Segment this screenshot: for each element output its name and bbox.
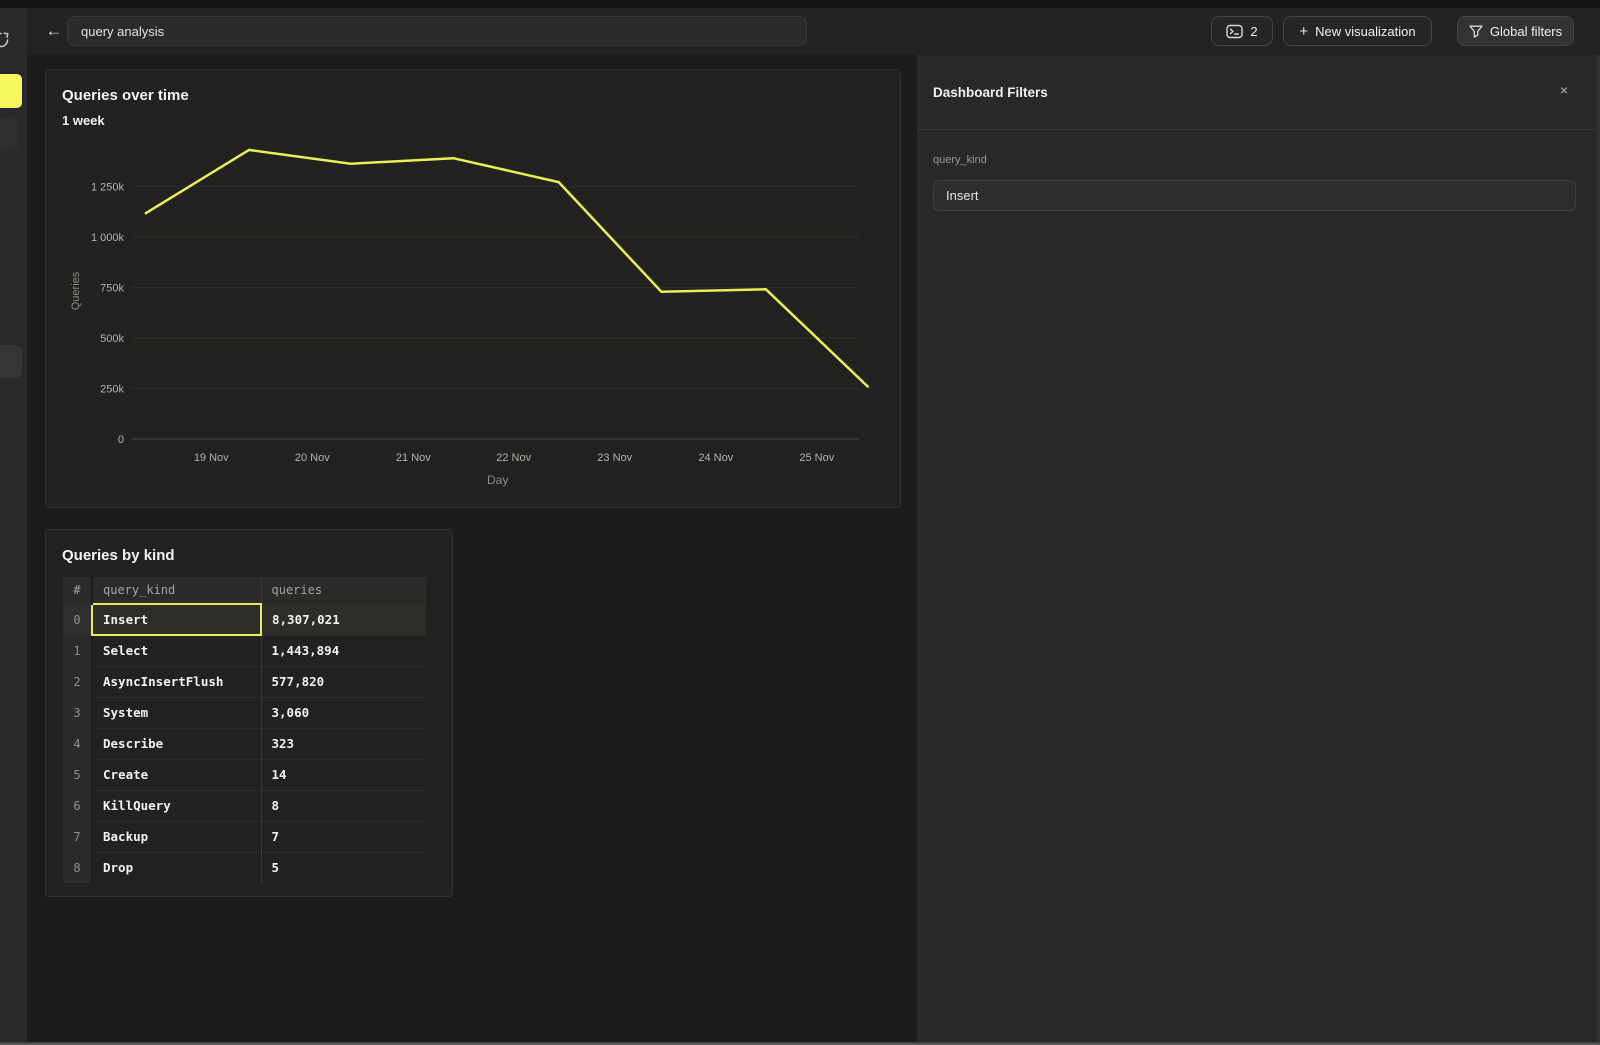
plus-icon: + (1299, 23, 1308, 40)
column-header-queries: queries (261, 577, 426, 604)
dashboard-title-input[interactable] (67, 16, 807, 46)
topbar: ← 2 + New visualization Global filters (27, 8, 1600, 55)
x-tick-label: 21 Nov (396, 452, 431, 464)
close-icon: × (1560, 82, 1568, 98)
window-top-strip (0, 0, 1600, 8)
y-tick-label: 0 (118, 434, 124, 446)
x-tick-label: 24 Nov (698, 452, 733, 464)
chart-card-queries-over-time: 0 250k 500k 750k 1 000k 1 250k 19 Nov 20 Nov 21 … (45, 69, 901, 508)
dashboard-filters-panel: Dashboard Filters × query_kind (917, 55, 1600, 1045)
x-tick-label: 23 Nov (597, 452, 632, 464)
row-index: 5 (63, 759, 92, 790)
filters-panel-title: Dashboard Filters (933, 85, 1048, 100)
table-row: 6KillQuery8 (63, 790, 426, 821)
new-visualization-label: New visualization (1315, 24, 1415, 39)
row-index: 3 (63, 697, 92, 728)
filter-field-label: query_kind (933, 154, 987, 166)
queries-by-kind-table: #query_kindqueries 0Insert8,307,0211Sele… (63, 577, 426, 883)
y-axis-title: Queries (70, 271, 82, 310)
dashboard-canvas: 0250k500k750k1 000k1 250k19 Nov20 Nov21 … (27, 55, 917, 1045)
cell-query-kind[interactable]: Create (92, 759, 261, 790)
viz-thumbnail[interactable] (0, 118, 18, 151)
table-row: 8Drop5 (63, 852, 426, 883)
y-tick-label: 750k (100, 283, 124, 295)
cell-queries[interactable]: 3,060 (261, 697, 426, 728)
query-kind-filter-input[interactable] (933, 180, 1576, 211)
cell-queries[interactable]: 7 (261, 821, 426, 852)
x-tick-label: 19 Nov (194, 452, 229, 464)
row-index: 8 (63, 852, 92, 883)
new-visualization-button[interactable]: + New visualization (1283, 16, 1432, 46)
close-panel-button[interactable]: × (1560, 82, 1568, 98)
table-row: 3System3,060 (63, 697, 426, 728)
column-header-index: # (63, 577, 92, 604)
back-button[interactable]: ← (41, 18, 67, 44)
chart-line (146, 150, 868, 387)
table-row: 7Backup7 (63, 821, 426, 852)
cell-queries[interactable]: 8 (261, 790, 426, 821)
table-row: 1Select1,443,894 (63, 635, 426, 666)
cell-queries[interactable]: 14 (261, 759, 426, 790)
table-card-queries-by-kind: Queries by kind #query_kindqueries 0Inse… (45, 529, 453, 897)
y-tick-label: 1 000k (91, 232, 125, 244)
cell-queries[interactable]: 8,307,021 (261, 604, 426, 635)
back-arrow-icon: ← (46, 21, 63, 40)
cell-query-kind[interactable]: Backup (92, 821, 261, 852)
cell-queries[interactable]: 577,820 (261, 666, 426, 697)
cell-query-kind[interactable]: System (92, 697, 261, 728)
cell-query-kind[interactable]: Insert (92, 604, 261, 635)
row-index: 4 (63, 728, 92, 759)
row-index: 2 (63, 666, 92, 697)
refresh-icon[interactable] (0, 31, 10, 49)
x-tick-label: 22 Nov (496, 452, 531, 464)
row-index: 7 (63, 821, 92, 852)
table-row: 2AsyncInsertFlush577,820 (63, 666, 426, 697)
column-header-query_kind: query_kind (92, 577, 261, 604)
cell-query-kind[interactable]: Drop (92, 852, 261, 883)
console-icon (1226, 24, 1243, 39)
row-index: 6 (63, 790, 92, 821)
table-wrapper: #query_kindqueries 0Insert8,307,0211Sele… (63, 577, 426, 883)
row-index: 1 (63, 635, 92, 666)
cell-query-kind[interactable]: Describe (92, 728, 261, 759)
table-row: 0Insert8,307,021 (63, 604, 426, 635)
cell-query-kind[interactable]: AsyncInsertFlush (92, 666, 261, 697)
filters-panel-header: Dashboard Filters × (917, 55, 1600, 130)
chart-subtitle: 1 week (62, 113, 105, 128)
cell-queries[interactable]: 5 (261, 852, 426, 883)
table-row: 4Describe323 (63, 728, 426, 759)
cell-queries[interactable]: 1,443,894 (261, 635, 426, 666)
queries-chart: 0 250k 500k 750k 1 000k 1 250k 19 Nov 20 Nov 21 … (46, 70, 902, 509)
viz-thumbnail[interactable] (0, 345, 22, 378)
y-tick-label: 1 250k (91, 182, 125, 194)
sidebar (0, 8, 27, 1045)
table-title: Queries by kind (62, 547, 175, 564)
x-axis-title: Day (487, 473, 508, 487)
cell-query-kind[interactable]: KillQuery (92, 790, 261, 821)
table-row: 5Create14 (63, 759, 426, 790)
x-tick-label: 25 Nov (799, 452, 834, 464)
chart-title: Queries over time (62, 87, 189, 104)
y-tick-label: 500k (100, 333, 124, 345)
global-filters-label: Global filters (1490, 24, 1562, 39)
console-count: 2 (1250, 24, 1257, 39)
console-count-button[interactable]: 2 (1211, 16, 1273, 46)
viz-thumbnail-active[interactable] (0, 72, 24, 110)
funnel-icon (1469, 25, 1483, 38)
cell-queries[interactable]: 323 (261, 728, 426, 759)
cell-query-kind[interactable]: Select (92, 635, 261, 666)
global-filters-button[interactable]: Global filters (1457, 16, 1574, 46)
y-tick-label: 250k (100, 384, 124, 396)
x-tick-label: 20 Nov (295, 452, 330, 464)
row-index: 0 (63, 604, 92, 635)
